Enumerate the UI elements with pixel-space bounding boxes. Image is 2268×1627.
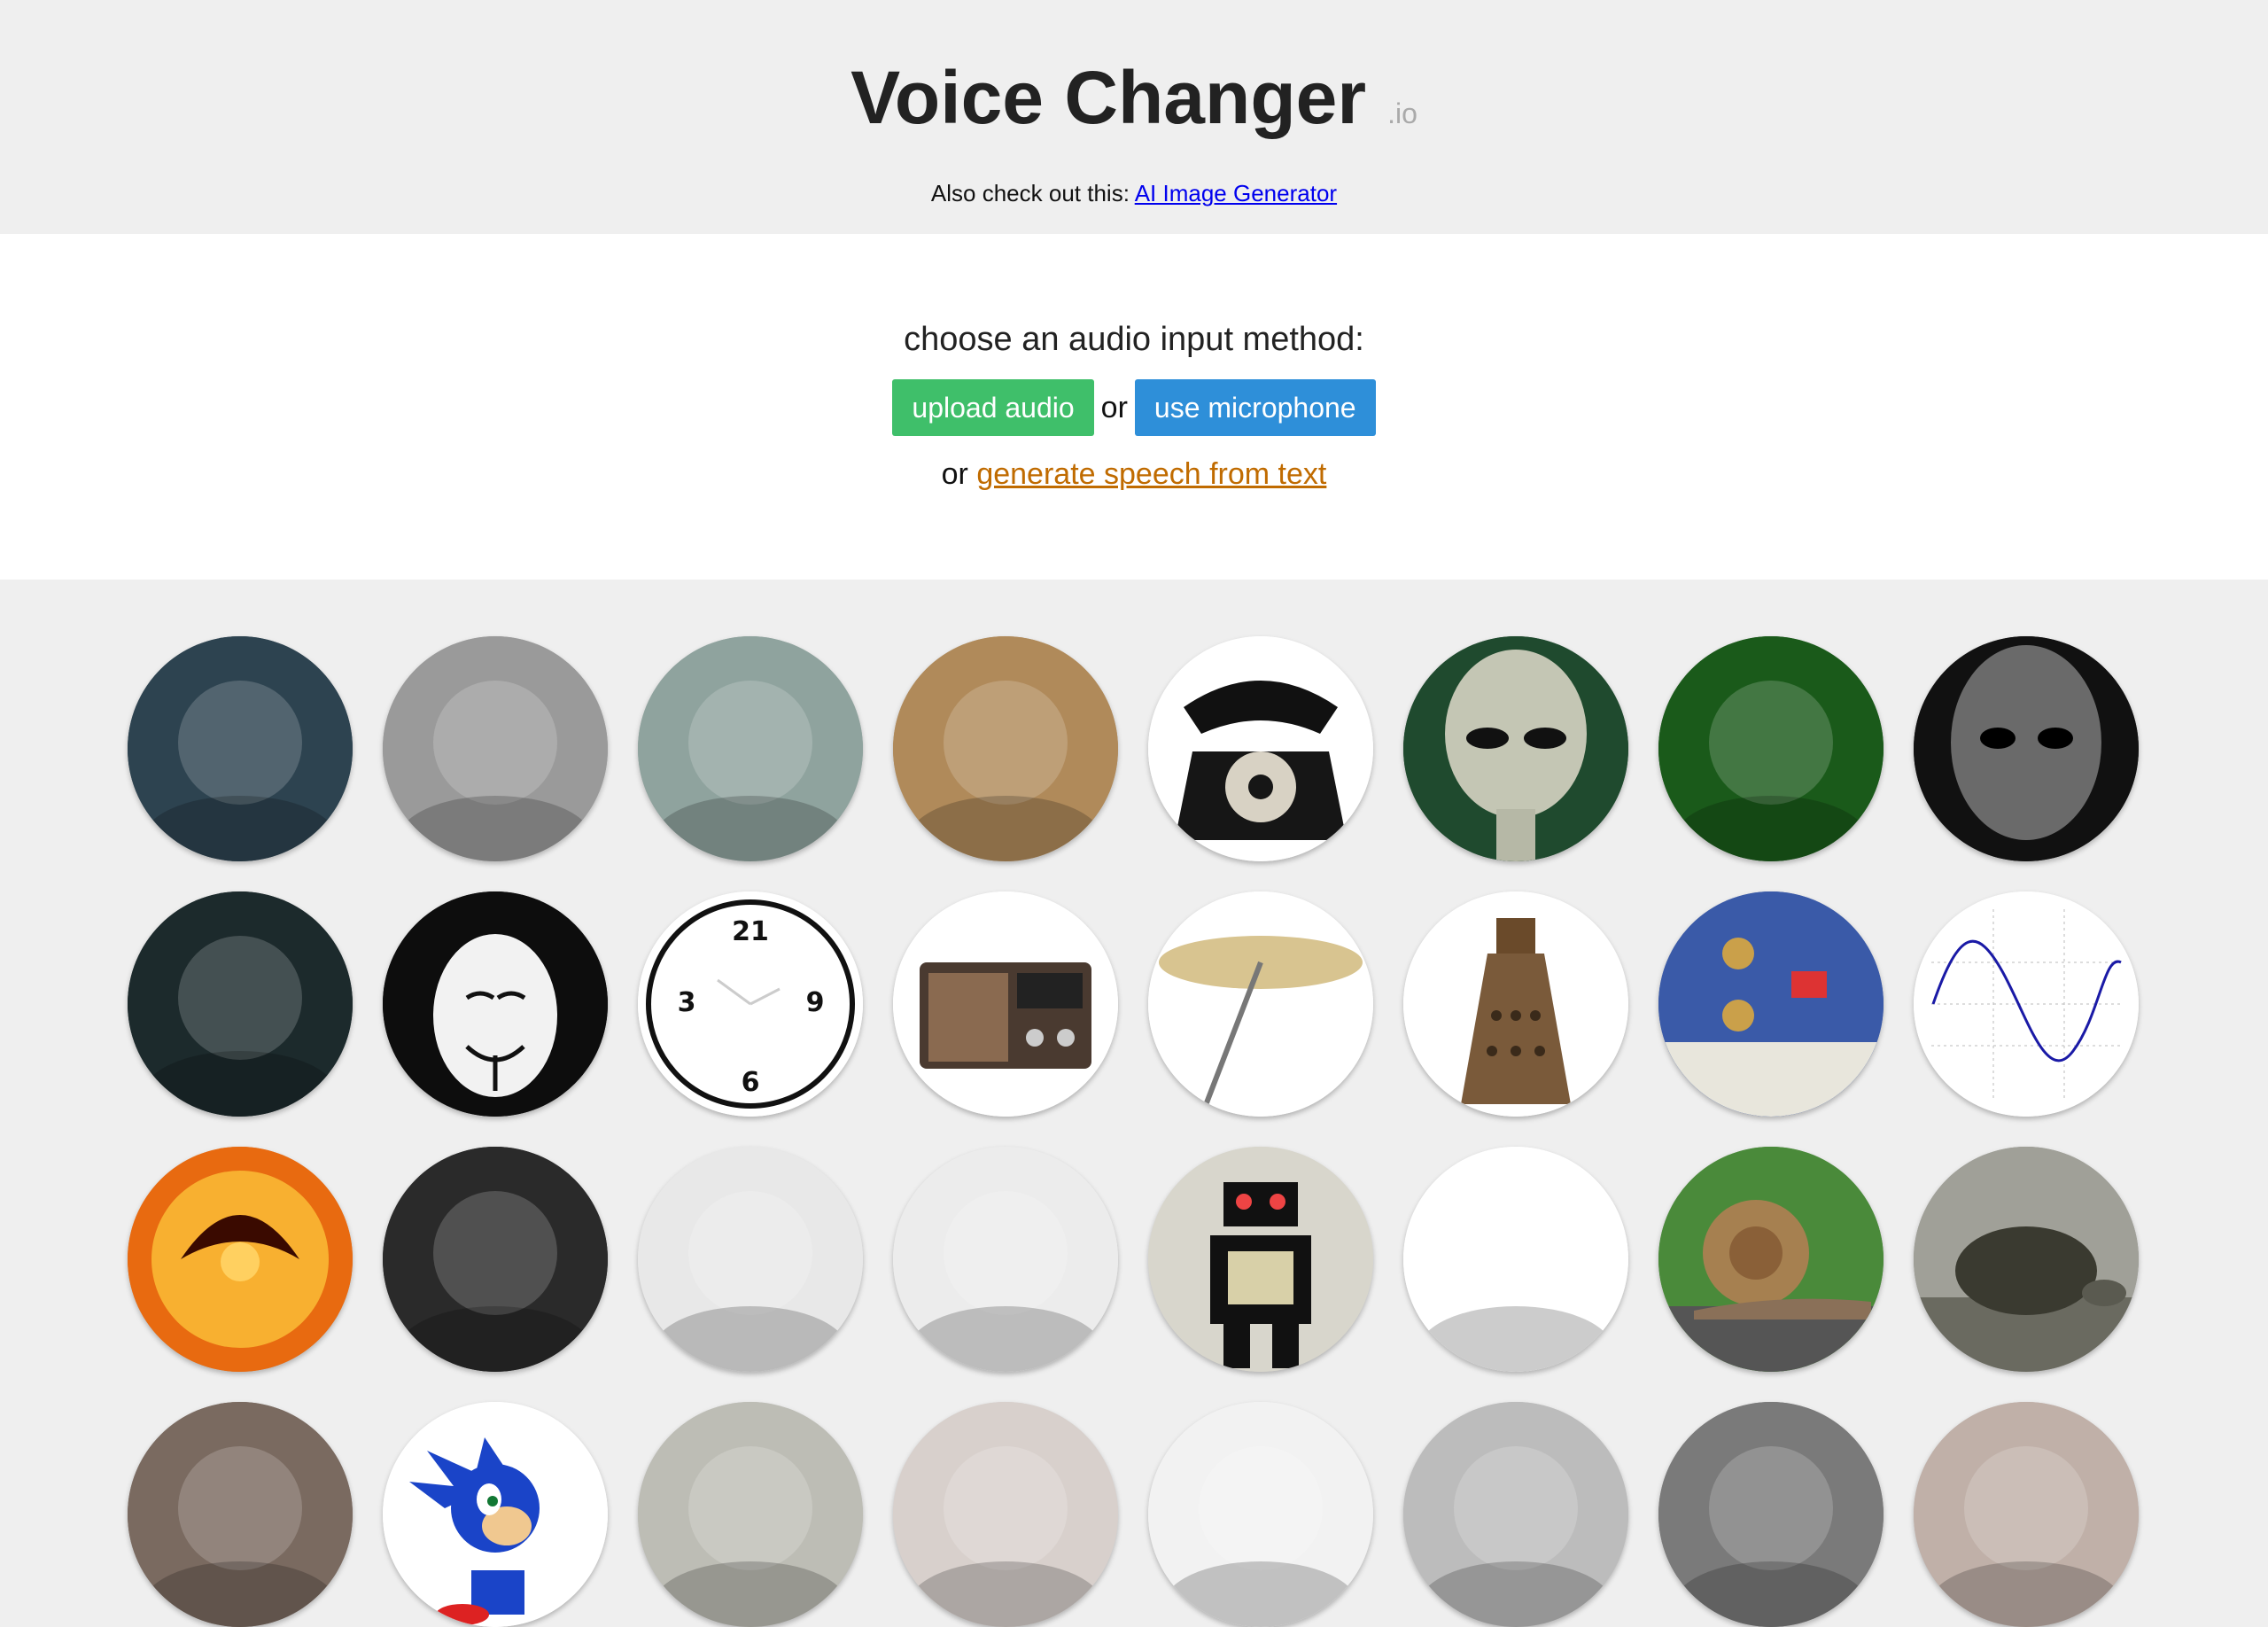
or-text: or [1100,390,1128,424]
voice-ghost-silhouette[interactable] [638,636,863,861]
voice-image-giant-monster [128,636,353,861]
voice-giant-monster[interactable] [128,636,353,861]
voice-image-white-robot-1 [638,1147,863,1372]
voice-melting-clock[interactable] [1658,636,1884,861]
voice-vintage-radio[interactable] [893,891,1118,1117]
voice-image-cathedral [893,636,1118,861]
voice-image-dalek [1403,891,1628,1117]
svg-text:21: 21 [732,916,769,947]
input-buttons: upload audio or use microphone [0,379,2268,436]
voice-soldier-radio[interactable] [638,1402,863,1627]
voice-image-sprinter [128,1402,353,1627]
voice-image-phonograph-man [1403,1402,1628,1627]
voice-image-toy-robot [1148,1147,1373,1372]
voice-dalek[interactable] [1403,891,1628,1117]
voice-playing-cards[interactable] [893,1402,1118,1627]
voice-russian-soldier[interactable] [1914,1402,2139,1627]
gen-prefix: or [941,457,968,491]
voice-wooden-radio[interactable] [1148,1402,1373,1627]
voice-lego-robot[interactable] [1403,1147,1628,1372]
voice-image-snail [1658,1147,1884,1372]
voice-toy-robot[interactable] [1148,1147,1373,1372]
svg-text:9: 9 [806,987,825,1018]
site-title: Voice Changer [850,56,1367,139]
voice-image-mu-tron-pedal [1658,891,1884,1117]
header: Voice Changer .io Also check out this: AI… [0,0,2268,234]
voice-image-alien-green [1403,636,1628,861]
voice-image-tortoise [1914,1147,2139,1372]
use-microphone-button[interactable]: use microphone [1134,379,1376,436]
voice-cathedral[interactable] [893,636,1118,861]
upload-audio-button[interactable]: upload audio [892,379,1094,436]
voice-image-wooden-radio [1148,1402,1373,1627]
voice-image-anonymous-mask [383,891,608,1117]
voice-fire-demon[interactable] [128,1147,353,1372]
voice-image-soldier-radio [638,1402,863,1627]
voice-grid: 21 9 6 3 [0,580,2268,1627]
voice-image-lego-robot [1403,1147,1628,1372]
voice-image-white-robot-2 [893,1147,1118,1372]
voice-robot-creature[interactable] [128,891,353,1117]
voice-image-cymbal [1148,891,1373,1117]
voice-image-sine-wave [1914,891,2139,1117]
also-check-out: Also check out this: AI Image Generator [0,180,2268,207]
voice-rotary-telephone[interactable] [1148,636,1373,861]
site-title-suffix: .io [1387,97,1418,129]
voice-image-playing-cards [893,1402,1118,1627]
voice-alien-green[interactable] [1403,636,1628,861]
voice-white-robot-1[interactable] [638,1147,863,1372]
voice-anonymous-mask[interactable] [383,891,608,1117]
voice-cave[interactable] [383,1147,608,1372]
voice-image-melting-clock [1658,636,1884,861]
voice-sine-wave[interactable] [1914,891,2139,1117]
generate-speech-link[interactable]: generate speech from text [976,457,1326,491]
also-prefix: Also check out this: [930,180,1130,206]
voice-mu-tron-pedal[interactable] [1658,891,1884,1117]
voice-image-reversed-clock: 21 9 6 3 [638,891,863,1117]
voice-image-dark-knight [1658,1402,1884,1627]
voice-phonograph-man[interactable] [1403,1402,1628,1627]
generate-speech-row: or generate speech from text [0,457,2268,492]
voice-snail[interactable] [1658,1147,1884,1372]
title-row: Voice Changer .io [0,55,2268,141]
svg-text:3: 3 [678,987,696,1018]
voice-image-cave [383,1147,608,1372]
voice-image-rotary-telephone [1148,636,1373,861]
voice-white-robot-2[interactable] [893,1147,1118,1372]
input-method-panel: choose an audio input method: upload aud… [0,234,2268,580]
ai-image-generator-link[interactable]: AI Image Generator [1135,180,1337,206]
voice-image-grey-alien [1914,636,2139,861]
voice-image-russian-soldier [1914,1402,2139,1627]
voice-dark-knight[interactable] [1658,1402,1884,1627]
input-method-prompt: choose an audio input method: [904,321,1364,358]
voice-image-megaphone-speakers [383,636,608,861]
voice-cymbal[interactable] [1148,891,1373,1117]
voice-image-robot-creature [128,891,353,1117]
voice-tortoise[interactable] [1914,1147,2139,1372]
voice-image-fire-demon [128,1147,353,1372]
voice-image-sonic [383,1402,608,1627]
voice-image-ghost-silhouette [638,636,863,861]
voice-image-vintage-radio [893,891,1118,1117]
voice-megaphone-speakers[interactable] [383,636,608,861]
voice-sonic[interactable] [383,1402,608,1627]
voice-sprinter[interactable] [128,1402,353,1627]
voice-reversed-clock[interactable]: 21 9 6 3 [638,891,863,1117]
voice-grey-alien[interactable] [1914,636,2139,861]
svg-text:6: 6 [742,1067,760,1098]
